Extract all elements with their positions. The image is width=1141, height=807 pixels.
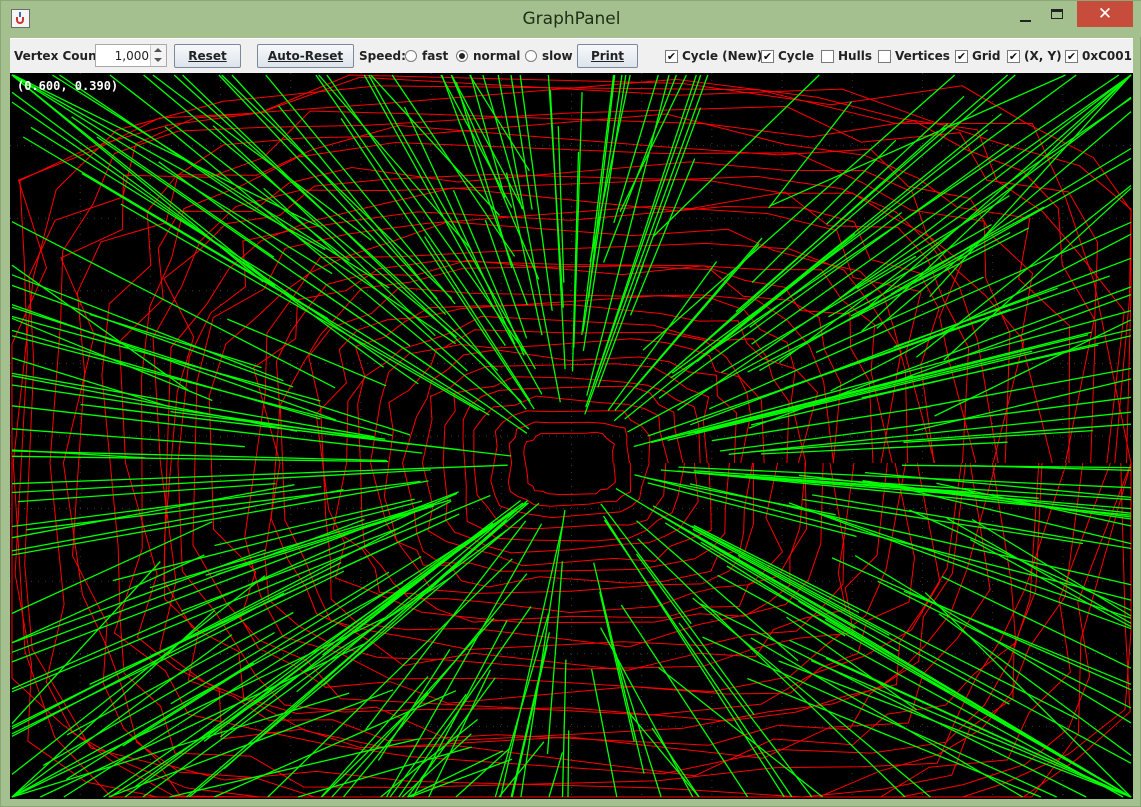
speed-slow-radio[interactable] — [525, 50, 537, 62]
hulls-label[interactable]: Hulls — [838, 49, 872, 63]
vertex-count-spinner[interactable]: 1,000 — [95, 44, 167, 67]
xy-checkbox[interactable]: ✔ — [1007, 50, 1020, 63]
vertex-count-label: Vertex Count: — [14, 49, 108, 63]
reset-button[interactable]: Reset — [174, 44, 241, 68]
maximize-icon — [1051, 9, 1063, 19]
vertices-label[interactable]: Vertices — [895, 49, 950, 63]
window-title: GraphPanel — [522, 9, 621, 29]
0xc001-checkbox[interactable]: ✔ — [1065, 50, 1078, 63]
xy-label[interactable]: (X, Y) — [1024, 49, 1062, 63]
print-button[interactable]: Print — [577, 44, 638, 68]
minimize-icon — [1020, 20, 1031, 22]
speed-label: Speed: — [359, 49, 406, 63]
vertices-checkbox[interactable] — [878, 50, 891, 63]
graph-canvas[interactable]: (0.600, 0.390) — [10, 73, 1133, 799]
cycle-new-label[interactable]: Cycle (New) — [682, 49, 762, 63]
toolbar: Vertex Count: 1,000 Reset Auto-Reset Spe… — [10, 38, 1133, 73]
spinner-up-icon[interactable] — [154, 48, 162, 52]
vertex-count-value[interactable]: 1,000 — [115, 49, 149, 63]
coordinate-readout: (0.600, 0.390) — [17, 79, 119, 93]
title-bar[interactable]: GraphPanel ✕ — [1, 1, 1141, 37]
close-icon: ✕ — [1097, 4, 1113, 24]
maximize-button[interactable] — [1043, 1, 1071, 29]
spinner-down-icon[interactable] — [154, 58, 162, 62]
hulls-checkbox[interactable] — [821, 50, 834, 63]
speed-fast-radio[interactable] — [405, 50, 417, 62]
0xc001-label[interactable]: 0xC001 — [1082, 49, 1132, 63]
cycle-new-checkbox[interactable]: ✔ — [665, 50, 678, 63]
grid-checkbox[interactable]: ✔ — [955, 50, 968, 63]
cycle-checkbox[interactable]: ✔ — [761, 50, 774, 63]
graphpanel-window: GraphPanel ✕ Vertex Count: 1,000 Reset A… — [0, 0, 1141, 807]
close-button[interactable]: ✕ — [1077, 1, 1133, 27]
speed-fast-label[interactable]: fast — [422, 49, 448, 63]
grid-label[interactable]: Grid — [972, 49, 1000, 63]
auto-reset-button[interactable]: Auto-Reset — [257, 44, 354, 68]
graph-drawing — [10, 73, 1133, 799]
speed-normal-radio[interactable] — [456, 50, 468, 62]
cycle-label[interactable]: Cycle — [778, 49, 814, 63]
minimize-button[interactable] — [1011, 1, 1039, 29]
speed-normal-label[interactable]: normal — [473, 49, 520, 63]
speed-slow-label[interactable]: slow — [542, 49, 573, 63]
cycle-new-paths — [11, 74, 1132, 798]
